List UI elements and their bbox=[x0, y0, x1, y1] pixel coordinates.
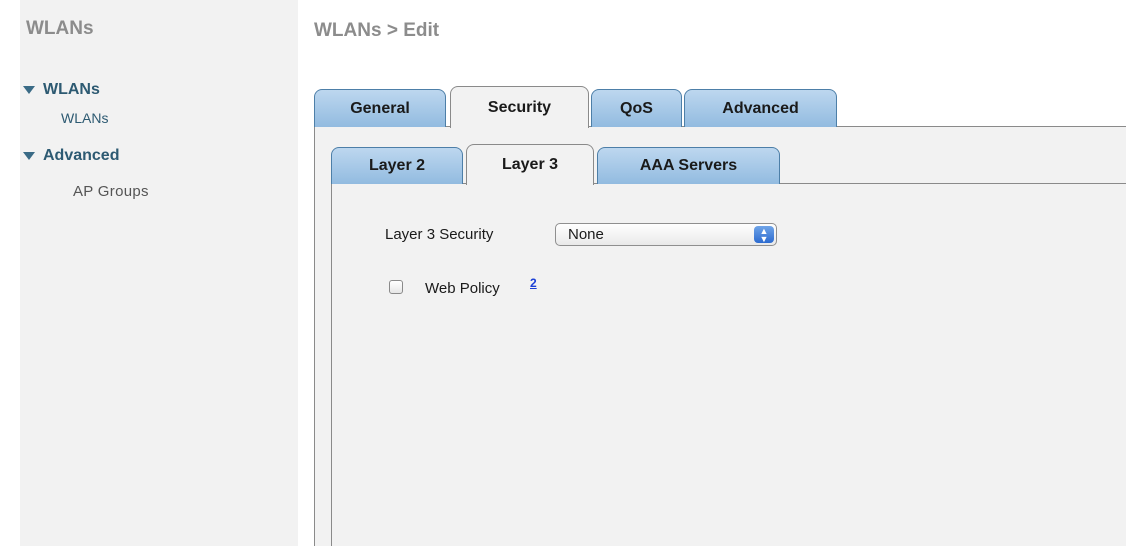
tab-advanced[interactable]: Advanced bbox=[684, 89, 837, 127]
up-down-arrows-icon: ▲ ▼ bbox=[754, 226, 774, 243]
sidebar-group-wlans[interactable]: WLANs bbox=[23, 81, 100, 99]
sidebar-item-wlans[interactable]: WLANs bbox=[61, 110, 108, 126]
layer3-security-select[interactable]: None ▲ ▼ bbox=[555, 223, 777, 246]
sidebar-item-ap-groups[interactable]: AP Groups bbox=[73, 183, 149, 200]
triangle-down-icon bbox=[23, 152, 35, 160]
web-policy-label: Web Policy bbox=[425, 280, 500, 297]
subtab-layer-2[interactable]: Layer 2 bbox=[331, 147, 463, 184]
tab-general[interactable]: General bbox=[314, 89, 446, 127]
triangle-down-icon bbox=[23, 86, 35, 94]
select-value: None bbox=[568, 226, 604, 243]
tab-security[interactable]: Security bbox=[450, 86, 589, 128]
subtab-aaa-servers[interactable]: AAA Servers bbox=[597, 147, 780, 184]
sidebar-group-advanced[interactable]: Advanced bbox=[23, 147, 119, 165]
page-title: WLANs > Edit bbox=[314, 20, 440, 41]
sidebar: WLANs WLANs WLANs Advanced AP Groups bbox=[20, 0, 298, 546]
sidebar-group-label: WLANs bbox=[43, 81, 100, 98]
web-policy-checkbox[interactable] bbox=[389, 280, 403, 294]
tab-qos[interactable]: QoS bbox=[591, 89, 682, 127]
sidebar-group-label: Advanced bbox=[43, 147, 120, 164]
layer3-security-label: Layer 3 Security bbox=[385, 226, 494, 243]
web-policy-footnote-link[interactable]: 2 bbox=[530, 276, 537, 290]
sidebar-title: WLANs bbox=[26, 18, 94, 39]
subtab-layer-3[interactable]: Layer 3 bbox=[466, 144, 594, 185]
